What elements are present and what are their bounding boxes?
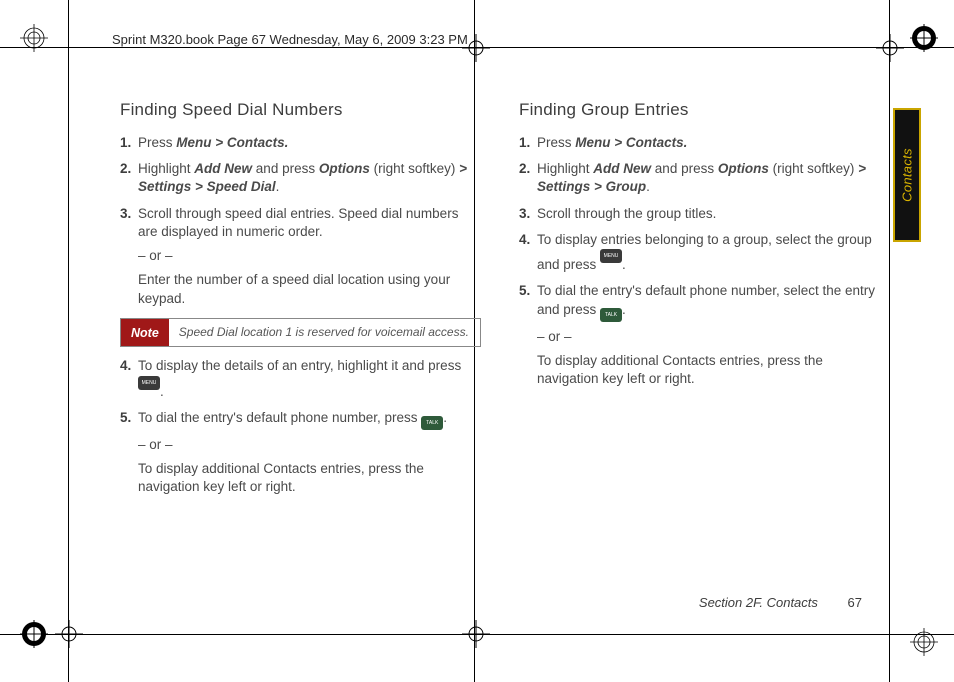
text: To dial the entry's default phone number… — [138, 410, 421, 425]
text: and press — [252, 161, 319, 176]
crosshair-icon — [876, 34, 904, 62]
page-header-meta: Sprint M320.book Page 67 Wednesday, May … — [112, 32, 468, 47]
text: Enter the number of a speed dial locatio… — [138, 271, 481, 307]
registration-mark-icon — [910, 24, 938, 52]
menu-ok-key-icon: MENU OK — [600, 249, 622, 263]
heading-speed-dial: Finding Speed Dial Numbers — [120, 100, 481, 120]
step-3: Scroll through speed dial entries. Speed… — [138, 205, 481, 308]
section-tab: Contacts — [893, 108, 921, 242]
step-2: Highlight Add New and press Options (rig… — [138, 160, 481, 196]
text: . — [646, 179, 650, 194]
steps-speed-dial-cont: To display the details of an entry, high… — [120, 357, 481, 496]
text: . — [160, 384, 164, 399]
step-4: To display entries belonging to a group,… — [537, 231, 880, 274]
registration-mark-icon — [20, 620, 48, 648]
menu-ok-key-icon: MENU OK — [138, 376, 160, 390]
step-5: To dial the entry's default phone number… — [537, 282, 880, 388]
crosshair-icon — [55, 620, 83, 648]
menu-path: Menu > Contacts. — [575, 135, 687, 150]
text: . — [622, 257, 626, 272]
or-divider: – or – — [138, 436, 481, 454]
registration-mark-icon — [20, 24, 48, 52]
or-divider: – or – — [138, 247, 481, 265]
text: Press — [138, 135, 176, 150]
crop-line-left — [68, 0, 69, 682]
page-number: 67 — [848, 595, 862, 610]
registration-mark-icon — [910, 628, 938, 656]
text: . — [622, 302, 626, 317]
or-divider: – or – — [537, 328, 880, 346]
column-left: Finding Speed Dial Numbers Press Menu > … — [120, 100, 481, 504]
note-text: Speed Dial location 1 is reserved for vo… — [169, 319, 479, 347]
steps-speed-dial: Press Menu > Contacts. Highlight Add New… — [120, 134, 481, 308]
section-tab-label: Contacts — [900, 148, 915, 202]
step-3: Scroll through the group titles. — [537, 205, 880, 223]
text: Highlight — [537, 161, 593, 176]
steps-group-entries: Press Menu > Contacts. Highlight Add New… — [519, 134, 880, 388]
ui-label: Add New — [593, 161, 651, 176]
crop-line-right — [889, 0, 890, 682]
text: Press — [537, 135, 575, 150]
text: To display additional Contacts entries, … — [537, 352, 880, 388]
ui-label: Add New — [194, 161, 252, 176]
step-5: To dial the entry's default phone number… — [138, 409, 481, 497]
talk-key-icon: TALK — [600, 308, 622, 322]
step-1: Press Menu > Contacts. — [537, 134, 880, 152]
text: Scroll through the group titles. — [537, 206, 716, 221]
step-1: Press Menu > Contacts. — [138, 134, 481, 152]
text: To dial the entry's default phone number… — [537, 283, 875, 316]
menu-path: Menu > Contacts. — [176, 135, 288, 150]
text: To display the details of an entry, high… — [138, 358, 461, 373]
ui-label: Options — [319, 161, 370, 176]
talk-key-icon: TALK — [421, 416, 443, 430]
text: Scroll through speed dial entries. Speed… — [138, 206, 458, 239]
column-right: Finding Group Entries Press Menu > Conta… — [519, 100, 880, 504]
note-label: Note — [121, 319, 169, 347]
footer-section: Section 2F. Contacts — [699, 595, 818, 610]
step-4: To display the details of an entry, high… — [138, 357, 481, 400]
text: . — [276, 179, 280, 194]
crosshair-icon — [462, 620, 490, 648]
text: To display additional Contacts entries, … — [138, 460, 481, 496]
page-footer: Section 2F. Contacts 67 — [699, 595, 862, 610]
text: . — [443, 410, 447, 425]
text: Highlight — [138, 161, 194, 176]
text: To display entries belonging to a group,… — [537, 232, 872, 272]
text: (right softkey) — [370, 161, 459, 176]
ui-label: Options — [718, 161, 769, 176]
heading-group-entries: Finding Group Entries — [519, 100, 880, 120]
text: and press — [651, 161, 718, 176]
step-2: Highlight Add New and press Options (rig… — [537, 160, 880, 196]
text: (right softkey) — [769, 161, 858, 176]
page-content: Finding Speed Dial Numbers Press Menu > … — [120, 100, 880, 504]
note-box: Note Speed Dial location 1 is reserved f… — [120, 318, 481, 348]
